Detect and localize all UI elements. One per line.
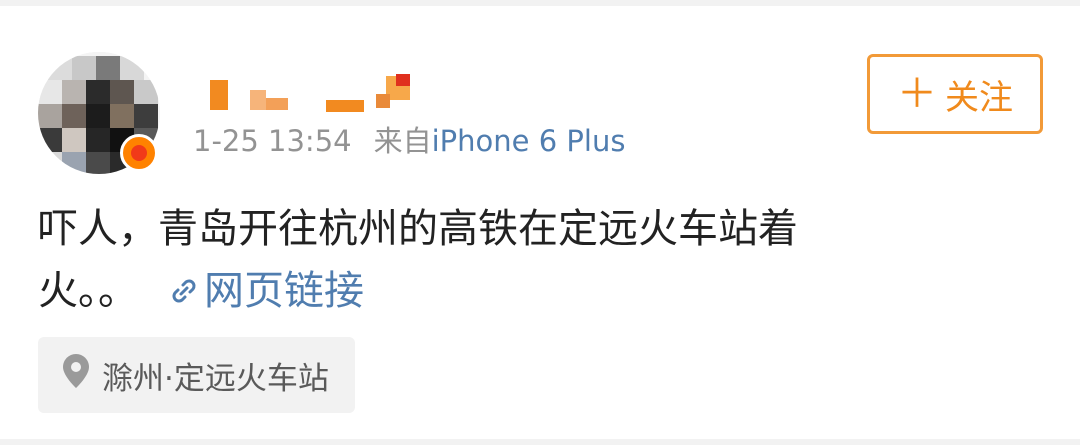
username-pixelated[interactable] xyxy=(200,72,420,120)
location-tag[interactable]: 滁州·定远火车站 xyxy=(38,337,355,413)
link-icon xyxy=(168,263,200,325)
post-text-line-1: 吓人，青岛开往杭州的高铁在定远火车站着 xyxy=(38,206,798,252)
post-text-line-2: 火。。 xyxy=(38,268,138,314)
location-pin-icon xyxy=(62,353,90,397)
post-time: 1-25 13:54 xyxy=(193,124,352,158)
follow-button[interactable]: ＋ 关注 xyxy=(867,54,1043,134)
web-link-label: 网页链接 xyxy=(204,268,364,314)
post-content: 吓人，青岛开往杭州的高铁在定远火车站着 火。。 网页链接 xyxy=(38,198,938,325)
location-label: 滁州·定远火车站 xyxy=(102,360,329,397)
source-device-link[interactable]: iPhone 6 Plus xyxy=(432,124,626,158)
weibo-post-card: 1-25 13:54 来自iPhone 6 Plus ＋ 关注 吓人，青岛开往杭州… xyxy=(0,6,1080,439)
follow-button-label: 关注 xyxy=(945,77,1013,118)
source-prefix: 来自 xyxy=(373,124,432,158)
post-meta: 1-25 13:54 来自iPhone 6 Plus xyxy=(193,118,625,164)
web-link[interactable]: 网页链接 xyxy=(168,268,364,314)
bottom-divider xyxy=(0,439,1080,445)
plus-icon: ＋ xyxy=(897,71,937,117)
verified-badge-icon xyxy=(120,134,158,172)
